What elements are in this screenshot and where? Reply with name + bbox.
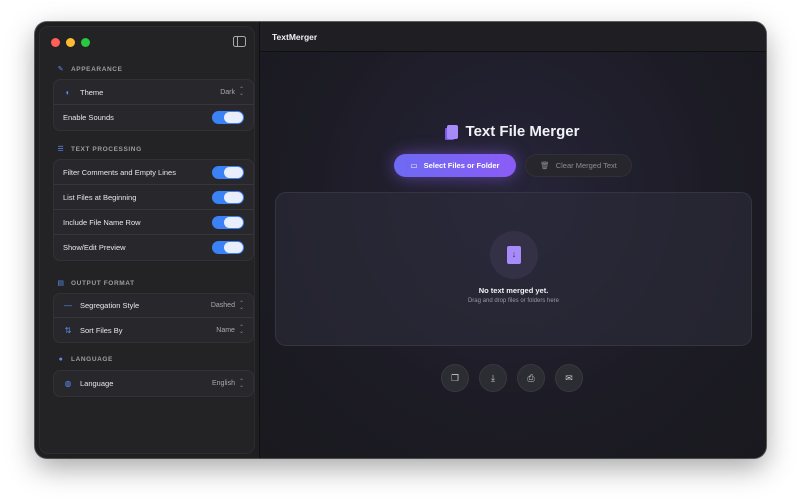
segregation-style-label: Segregation Style <box>80 301 140 310</box>
include-file-name-row: Include File Name Row <box>54 210 253 235</box>
language-select[interactable]: English <box>212 380 235 387</box>
sort-arrows-icon: ⇅ <box>64 325 72 335</box>
contrast-icon: ◐ <box>65 87 71 97</box>
sort-files-label: Sort Files By <box>80 325 123 335</box>
folder-icon: ▭ <box>410 161 418 170</box>
include-file-name-label: Include File Name Row <box>63 217 141 227</box>
enable-sounds-label: Enable Sounds <box>63 113 114 122</box>
drop-zone-title: No text merged yet. <box>478 286 549 295</box>
save-icon: ⤓ <box>491 372 495 383</box>
main-content: TextMerger Text File Merger ▭ Select Fil… <box>260 22 766 458</box>
appearance-group: ◐ Theme Dark ⌃ ⌄ Enable Sounds <box>53 79 254 131</box>
sidebar-toggle-icon[interactable] <box>233 36 246 47</box>
chevron-up-down-icon: ⌃ ⌄ <box>238 300 244 311</box>
paintbrush-icon: ✎ <box>57 66 65 73</box>
section-header-appearance: ✎ APPEARANCE <box>57 65 123 74</box>
minimize-window-button[interactable] <box>66 38 75 47</box>
minus-icon: — <box>64 301 72 310</box>
sort-files-row[interactable]: ⇅ Sort Files By Name ⌃ ⌄ <box>54 318 253 342</box>
list-files-toggle[interactable] <box>212 190 244 204</box>
globe-icon: ● <box>58 356 64 363</box>
close-window-button[interactable] <box>51 38 60 47</box>
segregation-style-select[interactable]: Dashed <box>211 302 235 309</box>
save-button[interactable]: ⤓ <box>479 364 507 392</box>
chevron-up-down-icon: ⌃ ⌄ <box>238 87 244 97</box>
enable-sounds-toggle[interactable] <box>212 111 244 124</box>
sidebar-panel: ✎ APPEARANCE ◐ Theme Dark ⌃ ⌄ Enable Soun… <box>39 26 255 454</box>
chevron-up-down-icon: ⌃ ⌄ <box>238 325 244 335</box>
sidebar: ✎ APPEARANCE ◐ Theme Dark ⌃ ⌄ Enable Soun… <box>35 22 260 458</box>
section-header-text-processing: ☰ TEXT PROCESSING <box>57 145 142 154</box>
documents-icon <box>446 124 458 139</box>
document-text-icon: ☰ <box>57 146 65 153</box>
drop-zone-subtitle: Drag and drop files or folders here <box>467 298 560 304</box>
segregation-style-row[interactable]: — Segregation Style Dashed ⌃ ⌄ <box>54 294 253 318</box>
output-format-group: — Segregation Style Dashed ⌃ ⌄ ⇅ Sort Fil… <box>53 293 254 343</box>
clear-merged-text-button[interactable]: 🗑 Clear Merged Text <box>525 154 632 177</box>
theme-row[interactable]: ◐ Theme Dark ⌃ ⌄ <box>54 80 253 105</box>
list-files-label: List Files at Beginning <box>63 192 137 202</box>
section-header-language: ● LANGUAGE <box>58 356 113 363</box>
show-edit-preview-toggle[interactable] <box>212 241 244 254</box>
copy-icon: ❐ <box>450 372 460 383</box>
show-edit-preview-row: Show/Edit Preview <box>54 235 253 260</box>
document-icon: ▤ <box>57 280 65 287</box>
list-files-row: List Files at Beginning <box>54 185 253 210</box>
email-button[interactable]: ✉ <box>555 364 583 392</box>
filter-comments-label: Filter Comments and Empty Lines <box>63 167 176 177</box>
drop-icon-circle <box>490 231 538 279</box>
language-label: Language <box>80 379 114 388</box>
language-row[interactable]: ◍ Language English ⌃ ⌄ <box>54 371 253 396</box>
trash-icon: 🗑 <box>540 161 550 170</box>
app-heading: Text File Merger <box>260 123 766 140</box>
chevron-up-down-icon: ⌃ ⌄ <box>238 378 244 389</box>
window-title: TextMerger <box>260 22 766 52</box>
app-window: ✎ APPEARANCE ◐ Theme Dark ⌃ ⌄ Enable Soun… <box>35 22 766 458</box>
window-controls <box>51 38 90 47</box>
print-icon: ⎙ <box>527 372 535 383</box>
copy-button[interactable]: ❐ <box>441 364 469 392</box>
drop-zone[interactable]: No text merged yet. Drag and drop files … <box>275 192 752 346</box>
email-icon: ✉ <box>565 372 573 383</box>
language-group: ◍ Language English ⌃ ⌄ <box>53 370 254 397</box>
include-file-name-toggle[interactable] <box>212 215 244 229</box>
filter-comments-toggle[interactable] <box>212 165 244 179</box>
show-edit-preview-label: Show/Edit Preview <box>63 243 126 252</box>
select-files-button[interactable]: ▭ Select Files or Folder <box>394 154 516 177</box>
print-button[interactable]: ⎙ <box>517 364 545 392</box>
text-processing-group: Filter Comments and Empty Lines List Fil… <box>53 159 254 261</box>
globe-icon: ◍ <box>64 379 72 388</box>
theme-label: Theme <box>80 87 104 97</box>
filter-comments-row: Filter Comments and Empty Lines <box>54 160 253 185</box>
section-header-output-format: ▤ OUTPUT FORMAT <box>57 279 135 288</box>
theme-select[interactable]: Dark <box>220 89 235 96</box>
file-download-icon <box>507 246 521 264</box>
enable-sounds-row: Enable Sounds <box>54 105 253 130</box>
zoom-window-button[interactable] <box>81 38 90 47</box>
action-toolbar: ❐ ⤓ ⎙ ✉ <box>441 364 583 392</box>
app-heading-text: Text File Merger <box>465 123 580 140</box>
sort-files-select[interactable]: Name <box>216 327 235 334</box>
